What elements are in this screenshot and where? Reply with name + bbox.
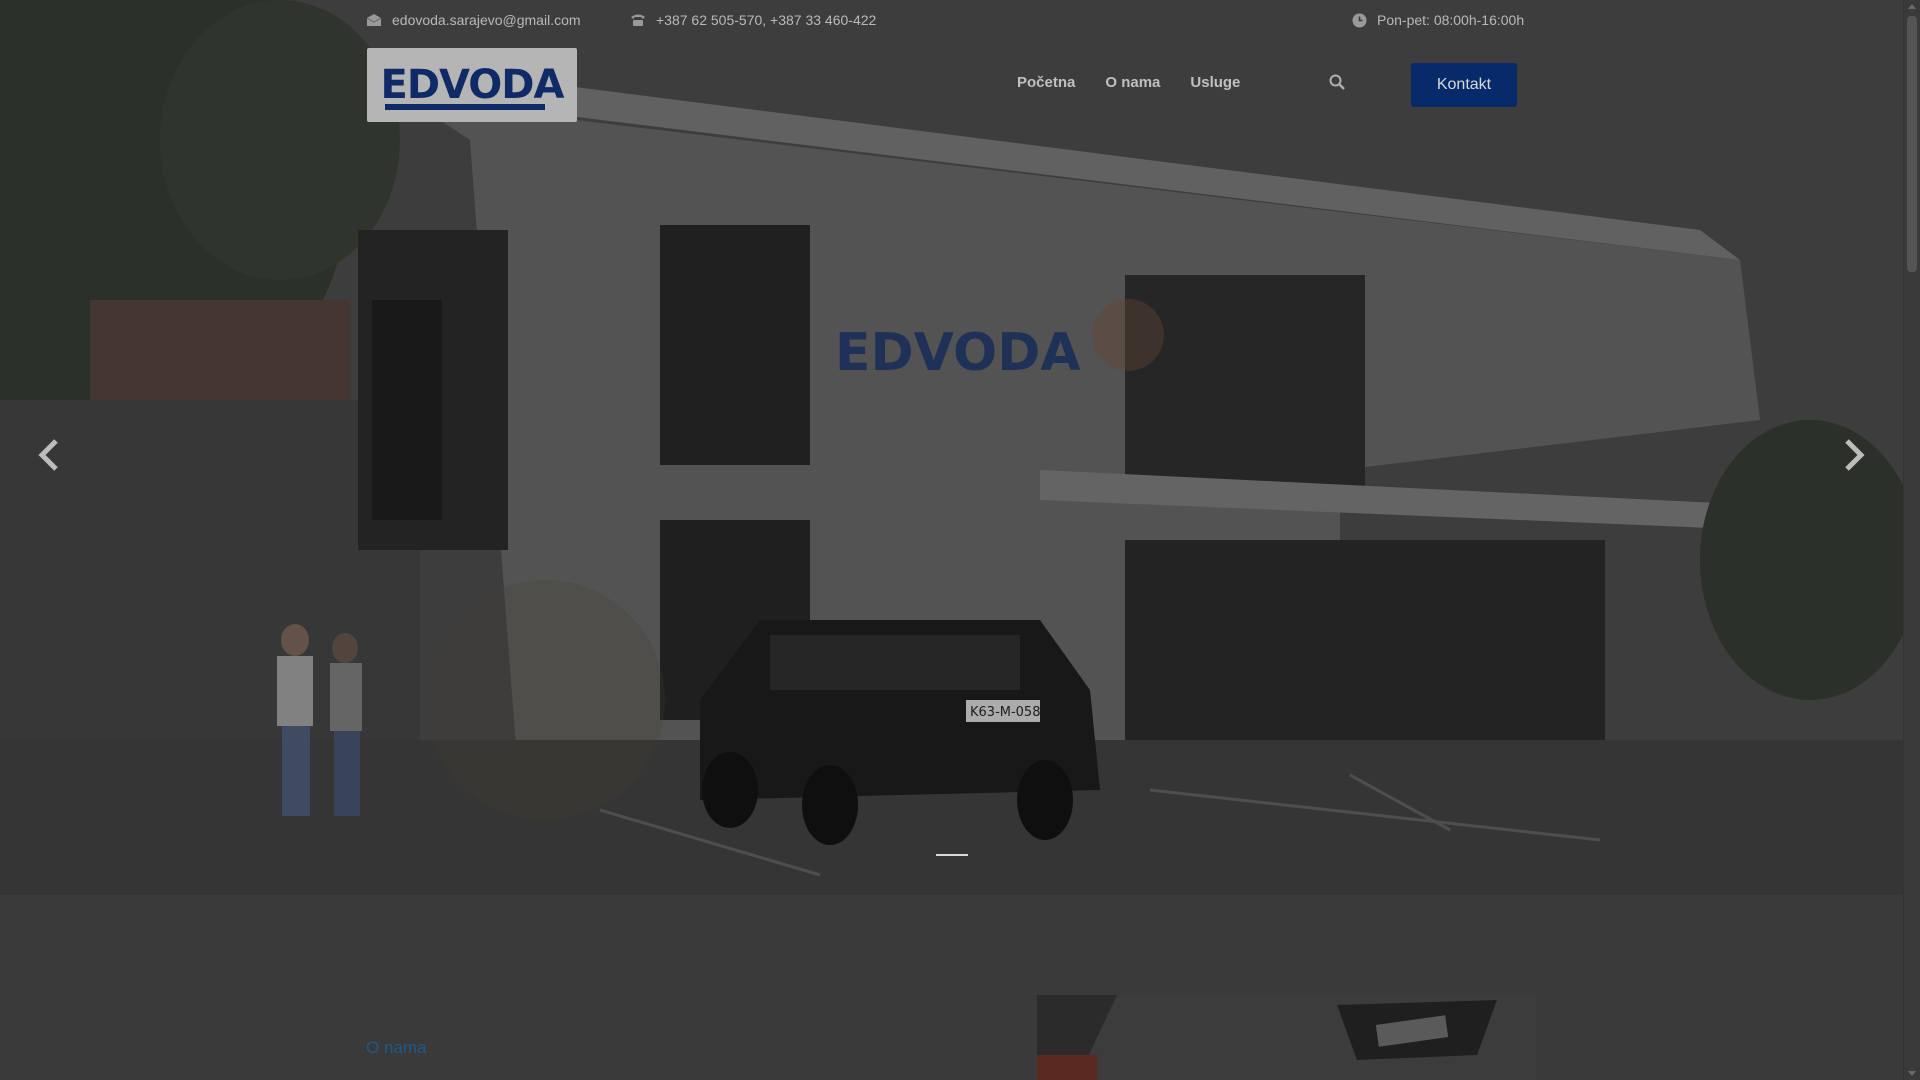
scrollbar-thumb[interactable] — [1907, 16, 1917, 272]
logo-underline — [385, 104, 545, 110]
hero-slider: EDVODA K63-M-058 — [0, 0, 1903, 895]
about-image — [1037, 995, 1537, 1080]
phone-icon — [630, 13, 646, 27]
working-hours: Pon-pet: 08:00h-16:00h — [1352, 12, 1524, 28]
phone-text[interactable]: +387 62 505-570, +387 33 460-422 — [656, 12, 876, 28]
chevron-right-icon[interactable] — [1843, 437, 1867, 478]
hours-text: Pon-pet: 08:00h-16:00h — [1377, 12, 1525, 28]
about-section — [0, 895, 1903, 1080]
main-navigation: Početna O nama Usluge — [1017, 74, 1240, 91]
email-text[interactable]: edovoda.sarajevo@gmail.com — [392, 12, 581, 28]
envelope-icon — [366, 13, 382, 27]
scroll-down-arrow[interactable] — [1908, 1071, 1916, 1076]
nav-item-pocetna[interactable]: Početna — [1017, 74, 1075, 91]
nav-item-usluge[interactable]: Usluge — [1190, 74, 1240, 91]
hero-dim-overlay — [0, 0, 1903, 895]
chevron-left-icon[interactable] — [36, 437, 60, 478]
about-label: O nama — [366, 1038, 427, 1057]
site-logo[interactable]: EDVODA — [367, 48, 577, 122]
page-scrollbar[interactable] — [1903, 0, 1920, 1080]
phone-contact[interactable]: +387 62 505-570, +387 33 460-422 — [630, 12, 876, 28]
top-info-bar: edovoda.sarajevo@gmail.com +387 62 505-5… — [366, 12, 1538, 36]
search-icon[interactable] — [1329, 74, 1345, 95]
slide-indicator[interactable] — [936, 854, 968, 856]
scroll-up-arrow[interactable] — [1908, 4, 1916, 9]
email-contact[interactable]: edovoda.sarajevo@gmail.com — [366, 12, 581, 28]
logo-text: EDVODA — [380, 62, 565, 108]
clock-icon — [1352, 13, 1367, 28]
kontakt-button[interactable]: Kontakt — [1411, 63, 1517, 107]
nav-item-o-nama[interactable]: O nama — [1105, 74, 1160, 91]
